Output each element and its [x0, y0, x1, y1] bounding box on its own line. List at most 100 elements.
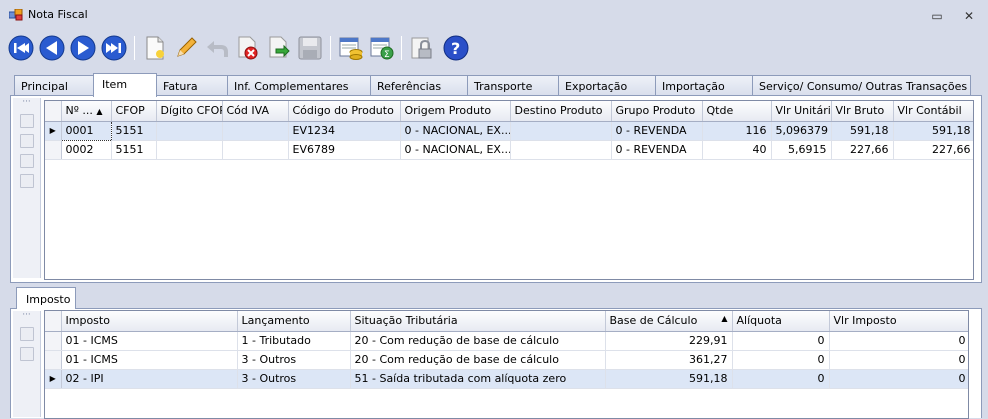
table-row[interactable]: 01 - ICMS 3 - Outros 20 - Com redução de…: [45, 350, 968, 370]
list-item-icon[interactable]: [19, 134, 34, 148]
cell-base-calculo[interactable]: 229,91: [605, 331, 733, 351]
cell-digito-cfop[interactable]: [156, 140, 223, 160]
edit-icon[interactable]: [171, 33, 201, 63]
column-header-vlr-imposto[interactable]: Vlr Imposto: [829, 311, 968, 332]
column-header-cod-iva[interactable]: Cód IVA: [222, 101, 289, 122]
cell-imposto[interactable]: 01 - ICMS: [61, 350, 238, 370]
save-icon[interactable]: [295, 33, 325, 63]
calculate-icon[interactable]: Σ: [367, 33, 397, 63]
cell-numero[interactable]: 0001: [60, 120, 112, 141]
cell-base-calculo[interactable]: 591,18: [605, 369, 733, 389]
cell-vlr-bruto[interactable]: 227,66: [831, 140, 894, 160]
next-record-icon[interactable]: [68, 33, 98, 63]
cell-base-calculo[interactable]: 361,27: [605, 350, 733, 370]
last-record-icon[interactable]: [99, 33, 129, 63]
remove-item-icon[interactable]: [19, 174, 34, 188]
cell-imposto[interactable]: 02 - IPI: [61, 369, 238, 389]
cell-imposto[interactable]: 01 - ICMS: [61, 331, 238, 351]
cell-vlr-imposto[interactable]: 0: [829, 350, 968, 370]
cell-situacao[interactable]: 51 - Saída tributada com alíquota zero: [350, 369, 606, 389]
cell-destino-produto[interactable]: [510, 121, 612, 141]
cell-vlr-imposto[interactable]: 0: [829, 331, 968, 351]
column-header-qtde[interactable]: Qtde: [702, 101, 772, 122]
cell-vlr-imposto[interactable]: 0: [829, 369, 968, 389]
table-row[interactable]: 0002 5151 EV6789 0 - NACIONAL, EX... 0 -…: [45, 140, 973, 160]
list-tax-icon[interactable]: [19, 327, 34, 341]
first-record-icon[interactable]: [6, 33, 36, 63]
tab-servico-consumo[interactable]: Serviço/ Consumo/ Outras Transações: [752, 75, 971, 96]
table-row[interactable]: ▶ 02 - IPI 3 - Outros 51 - Saída tributa…: [45, 369, 968, 389]
cell-situacao[interactable]: 20 - Com redução de base de cálculo: [350, 350, 606, 370]
cell-vlr-bruto[interactable]: 591,18: [831, 121, 894, 141]
tab-item[interactable]: Item: [93, 73, 157, 97]
cell-grupo-produto[interactable]: 0 - REVENDA: [611, 121, 703, 141]
cell-aliquota[interactable]: 0: [732, 331, 830, 351]
tab-inf-complementares[interactable]: Inf. Complementares: [227, 75, 371, 96]
tab-transporte[interactable]: Transporte: [467, 75, 559, 96]
minimize-button[interactable]: ▭: [929, 8, 945, 24]
lock-icon[interactable]: [407, 33, 437, 63]
delete-icon[interactable]: [233, 33, 263, 63]
tab-imposto[interactable]: Imposto: [16, 287, 76, 309]
column-header-digito-cfop[interactable]: Dígito CFOP: [156, 101, 223, 122]
cell-aliquota[interactable]: 0: [732, 350, 830, 370]
column-header-vlr-contabil[interactable]: Vlr Contábil: [893, 101, 973, 122]
toolbar-grip[interactable]: ···: [13, 311, 40, 321]
column-header-codigo-produto[interactable]: Código do Produto: [288, 101, 401, 122]
column-header-numero[interactable]: Nº ... ▲: [61, 101, 112, 122]
column-header-destino-produto[interactable]: Destino Produto: [510, 101, 612, 122]
cell-destino-produto[interactable]: [510, 140, 612, 160]
cell-vlr-unitario[interactable]: 5,6915: [771, 140, 832, 160]
tab-referencias[interactable]: Referências: [370, 75, 468, 96]
column-header-vlr-unitario[interactable]: Vlr Unitário: [771, 101, 832, 122]
cell-cod-iva[interactable]: [222, 140, 289, 160]
cell-lancamento[interactable]: 3 - Outros: [237, 350, 351, 370]
undo-icon[interactable]: [202, 33, 232, 63]
cell-codigo-produto[interactable]: EV1234: [288, 121, 401, 141]
database-icon[interactable]: [336, 33, 366, 63]
cell-qtde[interactable]: 40: [702, 140, 772, 160]
column-header-lancamento[interactable]: Lançamento: [237, 311, 351, 332]
close-button[interactable]: ✕: [961, 8, 977, 24]
column-header-vlr-bruto[interactable]: Vlr Bruto: [831, 101, 894, 122]
remove-tax-icon[interactable]: [19, 347, 34, 361]
edit-item-icon[interactable]: [19, 154, 34, 168]
column-header-aliquota[interactable]: Alíquota: [732, 311, 830, 332]
cell-qtde[interactable]: 116: [702, 121, 772, 141]
column-header-grupo-produto[interactable]: Grupo Produto: [611, 101, 703, 122]
confirm-icon[interactable]: [264, 33, 294, 63]
column-header-cfop[interactable]: CFOP: [111, 101, 157, 122]
cell-cfop[interactable]: 5151: [111, 140, 157, 160]
cell-digito-cfop[interactable]: [156, 121, 223, 141]
svg-text:Σ: Σ: [384, 50, 390, 60]
cell-origem-produto[interactable]: 0 - NACIONAL, EX...: [400, 140, 511, 160]
tab-principal[interactable]: Principal: [14, 75, 94, 96]
cell-cfop[interactable]: 5151: [111, 121, 157, 141]
column-header-base-calculo[interactable]: Base de Cálculo ▲: [605, 311, 733, 332]
cell-vlr-contabil[interactable]: 227,66: [893, 140, 973, 160]
cell-vlr-unitario[interactable]: 5,096379: [771, 121, 832, 141]
cell-codigo-produto[interactable]: EV6789: [288, 140, 401, 160]
tab-fatura[interactable]: Fatura: [156, 75, 228, 96]
add-item-icon[interactable]: [19, 114, 34, 128]
cell-grupo-produto[interactable]: 0 - REVENDA: [611, 140, 703, 160]
cell-lancamento[interactable]: 3 - Outros: [237, 369, 351, 389]
new-document-icon[interactable]: [140, 33, 170, 63]
cell-lancamento[interactable]: 1 - Tributado: [237, 331, 351, 351]
cell-aliquota[interactable]: 0: [732, 369, 830, 389]
column-header-origem-produto[interactable]: Origem Produto: [400, 101, 511, 122]
cell-cod-iva[interactable]: [222, 121, 289, 141]
table-row[interactable]: 01 - ICMS 1 - Tributado 20 - Com redução…: [45, 331, 968, 351]
previous-record-icon[interactable]: [37, 33, 67, 63]
help-icon[interactable]: ?: [441, 33, 471, 63]
cell-numero[interactable]: 0002: [61, 140, 112, 160]
tab-exportacao[interactable]: Exportação: [558, 75, 656, 96]
cell-vlr-contabil[interactable]: 591,18: [893, 121, 973, 141]
table-row[interactable]: ▶ 0001 5151 EV1234 0 - NACIONAL, EX... 0…: [45, 120, 973, 141]
tab-importacao[interactable]: Importação: [655, 75, 753, 96]
column-header-imposto[interactable]: Imposto: [61, 311, 238, 332]
cell-situacao[interactable]: 20 - Com redução de base de cálculo: [350, 331, 606, 351]
toolbar-grip[interactable]: ···: [13, 98, 40, 108]
column-header-situacao-tributaria[interactable]: Situação Tributária: [350, 311, 606, 332]
cell-origem-produto[interactable]: 0 - NACIONAL, EX...: [400, 121, 511, 141]
